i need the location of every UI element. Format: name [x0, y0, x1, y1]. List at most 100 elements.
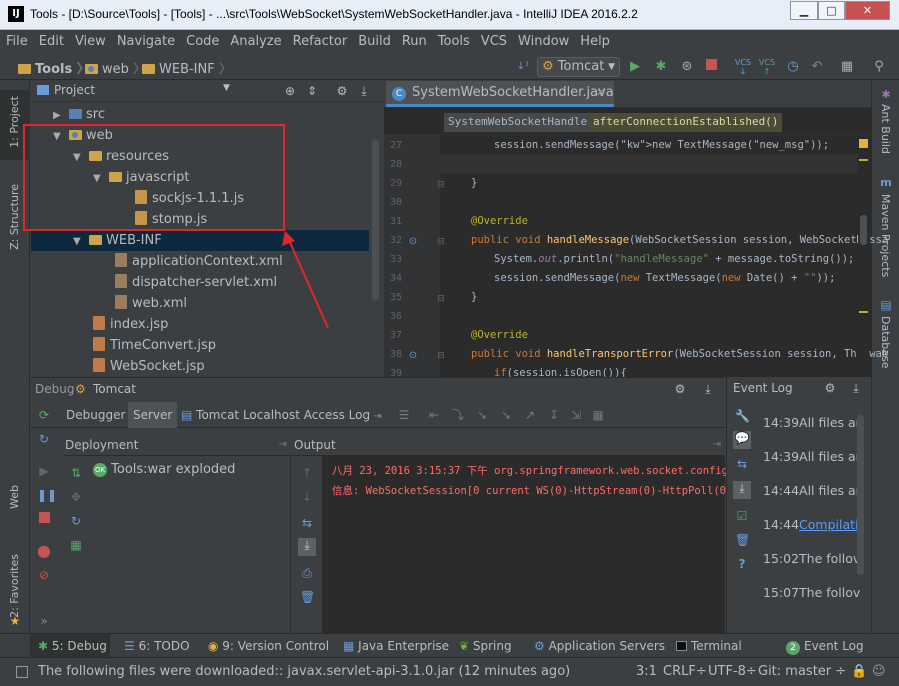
compilation-link[interactable]: Compilati: [799, 517, 858, 532]
run-configuration-select[interactable]: ⚙ Tomcat ▼: [537, 57, 620, 77]
caret-position[interactable]: 3:1: [636, 664, 657, 679]
pause-icon[interactable]: ❚❚: [37, 488, 57, 502]
structure-tool-tab[interactable]: Z: Structure: [8, 184, 21, 250]
window-title-bar[interactable]: IJ Tools - [D:\Source\Tools] - [Tools] -…: [0, 0, 899, 30]
scroll-from-source-icon[interactable]: ⊕: [283, 84, 297, 98]
menu-build[interactable]: Build: [352, 31, 396, 49]
hide-panel-icon[interactable]: ⤓: [357, 84, 371, 98]
event-entry[interactable]: 15:02The follov: [763, 551, 860, 566]
tool-windows-toggle-icon[interactable]: [16, 666, 28, 678]
menu-edit[interactable]: Edit: [33, 31, 69, 49]
maximize-button[interactable]: □: [818, 1, 845, 20]
git-branch[interactable]: Git: master ÷: [758, 664, 846, 679]
event-entry[interactable]: 14:44Compilati: [763, 517, 859, 532]
coverage-icon[interactable]: ⊛: [678, 58, 696, 76]
menu-view[interactable]: View: [69, 31, 111, 49]
scroll-to-end-icon[interactable]: ⤓: [733, 481, 751, 499]
tool-tab-event-log[interactable]: 2 Event Log: [786, 634, 864, 658]
close-tab-icon[interactable]: ✕: [596, 81, 605, 105]
event-log-scrollbar[interactable]: [857, 415, 864, 575]
help-icon[interactable]: ?: [735, 557, 749, 571]
menu-help[interactable]: Help: [574, 31, 615, 49]
run-to-cursor-icon[interactable]: ⇲: [569, 408, 583, 422]
move-icon[interactable]: ✥: [69, 490, 83, 504]
deployment-item[interactable]: OK Tools:war exploded: [93, 462, 235, 477]
event-entry[interactable]: 14:44All files ar: [763, 483, 861, 498]
deploy-icon[interactable]: ⇅: [69, 466, 83, 480]
force-step-into-icon[interactable]: ↘: [499, 408, 513, 422]
menu-analyze[interactable]: Analyze: [224, 31, 286, 49]
run-icon[interactable]: ▶: [626, 58, 644, 76]
menu-window[interactable]: Window: [512, 31, 574, 49]
tool-tab-version-control[interactable]: ◉ 9: Version Control: [208, 634, 329, 658]
update-icon[interactable]: ↻: [37, 432, 51, 446]
breadcrumb-web[interactable]: web 〉: [85, 58, 146, 77]
line-separator[interactable]: CRLF÷: [663, 664, 707, 679]
event-entry[interactable]: 14:39All files ar: [763, 415, 861, 430]
stop-icon[interactable]: [702, 58, 720, 76]
resume-icon[interactable]: ▶: [37, 464, 51, 478]
redeploy-icon[interactable]: ↻: [69, 514, 83, 528]
collapse-all-icon[interactable]: ⇕: [305, 84, 319, 98]
stop-icon[interactable]: [37, 512, 51, 526]
speech-bubble-icon[interactable]: 💬: [733, 431, 751, 449]
stripe-marker[interactable]: [859, 159, 868, 161]
clear-all-icon[interactable]: 🗑: [735, 533, 750, 547]
tool-tab-debug[interactable]: ✱ 5: Debug: [30, 634, 110, 658]
menu-refactor[interactable]: Refactor: [287, 31, 353, 49]
tab-debugger[interactable]: Debugger: [61, 402, 130, 428]
wrench-icon[interactable]: 🔧: [735, 409, 750, 423]
menu-code[interactable]: Code: [180, 31, 224, 49]
print-icon[interactable]: ⎙: [300, 566, 314, 580]
fold-icon[interactable]: ⊟: [434, 349, 448, 363]
view-dropdown-icon[interactable]: ▼: [223, 83, 230, 93]
breadcrumb-web-inf[interactable]: WEB-INF 〉: [142, 58, 232, 77]
mute-breakpoints-icon[interactable]: ⊘: [37, 568, 51, 582]
stripe-marker[interactable]: [859, 311, 868, 313]
fold-icon[interactable]: ⊟: [434, 178, 448, 192]
mark-read-icon[interactable]: ☑: [735, 509, 749, 523]
favorites-tool-tab[interactable]: 2: Favorites: [8, 554, 21, 618]
menu-navigate[interactable]: Navigate: [111, 31, 180, 49]
scroll-to-end-icon[interactable]: ⤓: [298, 538, 316, 556]
tree-row-timeconvert-jsp[interactable]: TimeConvert.jsp: [31, 335, 369, 356]
soft-wrap-icon[interactable]: ⇆: [735, 457, 749, 471]
revert-icon[interactable]: ↶: [808, 58, 826, 76]
menu-tools[interactable]: Tools: [432, 31, 475, 49]
hide-panel-icon[interactable]: ⤓: [849, 381, 863, 395]
history-icon[interactable]: ◷: [784, 58, 802, 76]
tool-tab-spring[interactable]: ❦ Spring: [459, 634, 512, 658]
tab-tomcat-access-log[interactable]: ▤ Tomcat Localhost Access Log ⇥: [176, 402, 387, 428]
settings-gear-icon[interactable]: ⚙: [335, 84, 349, 98]
vcs-commit-icon[interactable]: VCS ↑: [758, 58, 776, 76]
event-entry[interactable]: 14:39All files ar: [763, 449, 861, 464]
status-message[interactable]: The following files were downloaded:: ja…: [38, 664, 570, 679]
more-icon[interactable]: »: [37, 614, 51, 628]
breadcrumb-project[interactable]: Tools 〉: [18, 58, 90, 77]
editor-tab-systemwebsockethandler[interactable]: C SystemWebSocketHandler.java ✕: [386, 81, 614, 107]
restore-layout-icon[interactable]: ☰: [397, 408, 411, 422]
implements-method-icon[interactable]: ⊙: [406, 235, 420, 249]
artifact-icon[interactable]: ▦: [69, 538, 83, 552]
vcs-update-icon[interactable]: VCS ↓: [734, 58, 752, 76]
search-icon[interactable]: ⚲: [870, 58, 888, 76]
close-button[interactable]: ✕: [845, 1, 890, 20]
settings-gear-icon[interactable]: ⚙: [823, 381, 837, 395]
rerun-icon[interactable]: ⟳: [37, 408, 51, 422]
lock-icon[interactable]: 🔒: [851, 664, 867, 679]
warning-marker-icon[interactable]: [859, 139, 868, 148]
show-execution-point-icon[interactable]: ⇤: [427, 408, 441, 422]
fold-icon[interactable]: ⊟: [434, 292, 448, 306]
step-into-icon[interactable]: ↘: [475, 408, 489, 422]
sort-icon[interactable]: ↓¹: [514, 58, 532, 76]
tab-server[interactable]: Server: [128, 402, 178, 428]
project-view-select[interactable]: Project: [37, 83, 95, 97]
fold-icon[interactable]: ⊟: [434, 235, 448, 249]
breadcrumb-method[interactable]: afterConnectionEstablished(): [589, 113, 783, 132]
project-scrollbar[interactable]: [372, 140, 379, 300]
breadcrumb-class[interactable]: SystemWebSocketHandler: [444, 113, 598, 132]
hide-panel-icon[interactable]: ⤓: [701, 382, 715, 396]
tool-tab-terminal[interactable]: Terminal: [676, 634, 742, 658]
menu-file[interactable]: File: [0, 31, 33, 49]
inspector-icon[interactable]: ☺: [872, 664, 886, 679]
